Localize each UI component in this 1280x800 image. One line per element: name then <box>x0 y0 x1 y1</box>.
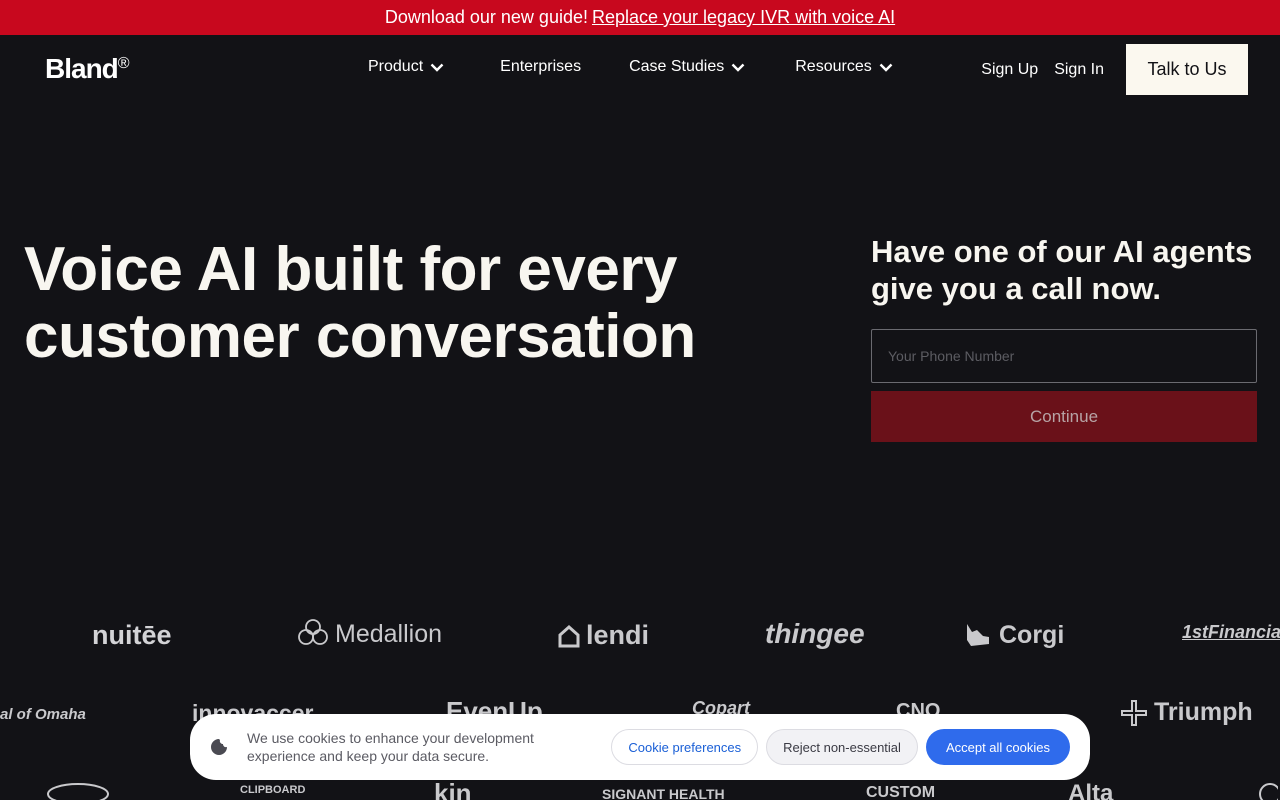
call-cta-line-2: give you a call now. <box>871 271 1161 306</box>
phone-number-input[interactable] <box>871 329 1257 383</box>
reject-non-essential-button[interactable]: Reject non-essential <box>766 729 918 765</box>
sign-in-link[interactable]: Sign In <box>1054 61 1104 79</box>
logo-mutual-of-omaha: al of Omaha <box>0 706 86 723</box>
logo-kin: kin <box>434 778 472 800</box>
logo-signant-health: SIGNANT HEALTH <box>602 786 725 800</box>
registered-mark: ® <box>117 55 130 72</box>
bland-logo[interactable]: Bland® <box>45 53 130 85</box>
logo-partial <box>1248 780 1278 800</box>
nav-actions: Sign Up Sign In Talk to Us <box>981 44 1248 95</box>
logo-triumph: Triumph <box>1120 698 1253 727</box>
nav-links: Product Enterprises Case Studies Resourc… <box>368 58 893 76</box>
hero-title-line-2: customer conversation <box>24 302 696 371</box>
sign-up-link[interactable]: Sign Up <box>981 61 1038 79</box>
logo-alta: Alta <box>1068 780 1114 800</box>
chevron-down-icon <box>879 63 893 72</box>
announcement-text: Download our new guide! <box>384 7 588 27</box>
continue-button[interactable]: Continue <box>871 391 1257 442</box>
nav-item-enterprises[interactable]: Enterprises <box>500 58 581 76</box>
hero-title: Voice AI built for every customer conver… <box>24 236 744 370</box>
nav-item-label: Product <box>368 58 424 75</box>
house-icon <box>558 624 580 648</box>
cookie-actions: Cookie preferences Reject non-essential … <box>611 729 1070 765</box>
cookie-message: We use cookies to enhance your developme… <box>247 730 534 764</box>
medallion-icon <box>297 618 329 650</box>
chevron-down-icon <box>430 63 444 72</box>
triumph-icon <box>1120 699 1148 727</box>
hero-title-line-1: Voice AI built for every <box>24 235 677 304</box>
emblem-icon <box>46 780 110 800</box>
cookie-preferences-button[interactable]: Cookie preferences <box>611 729 759 765</box>
cookie-icon <box>210 738 228 756</box>
accept-all-cookies-button[interactable]: Accept all cookies <box>925 729 1070 765</box>
nav-item-label: Case Studies <box>629 58 725 75</box>
logo-nuitee: nuitēe <box>92 620 172 650</box>
logo-thingee: thingee <box>765 618 865 649</box>
call-cta-title: Have one of our AI agents give you a cal… <box>871 233 1261 307</box>
nav-item-case-studies[interactable]: Case Studies <box>629 58 745 76</box>
logo-clipboard: CLIPBOARD <box>240 784 306 796</box>
cookie-banner: We use cookies to enhance your developme… <box>190 714 1090 780</box>
corgi-icon <box>963 620 993 650</box>
logo-text: Bland <box>45 53 119 84</box>
partial-logo-icon <box>1248 780 1278 800</box>
call-cta-line-1: Have one of our AI agents <box>871 234 1253 269</box>
announcement-link[interactable]: Replace your legacy IVR with voice AI <box>592 7 895 28</box>
nav-item-resources[interactable]: Resources <box>795 58 893 76</box>
logo-lendi: lendi <box>558 620 649 651</box>
logo-1st-financial: 1stFinancia <box>1182 622 1280 642</box>
announcement-bar: Download our new guide! Replace your leg… <box>0 0 1280 35</box>
logo-sports-emblem <box>46 780 110 800</box>
nav-item-label: Enterprises <box>500 58 582 75</box>
logo-medallion: Medallion <box>297 618 442 650</box>
talk-to-us-button[interactable]: Talk to Us <box>1126 44 1248 95</box>
chevron-down-icon <box>731 63 745 72</box>
nav-item-product[interactable]: Product <box>368 58 444 76</box>
nav-item-label: Resources <box>795 58 872 75</box>
logo-custom: CUSTOM <box>866 784 936 800</box>
customer-logos-row-1: nuitēe Medallion lendi thingee Corgi 1st… <box>0 612 1280 662</box>
logo-corgi: Corgi <box>963 620 1064 650</box>
top-nav: Bland® Product Enterprises Case Studies … <box>0 35 1280 105</box>
